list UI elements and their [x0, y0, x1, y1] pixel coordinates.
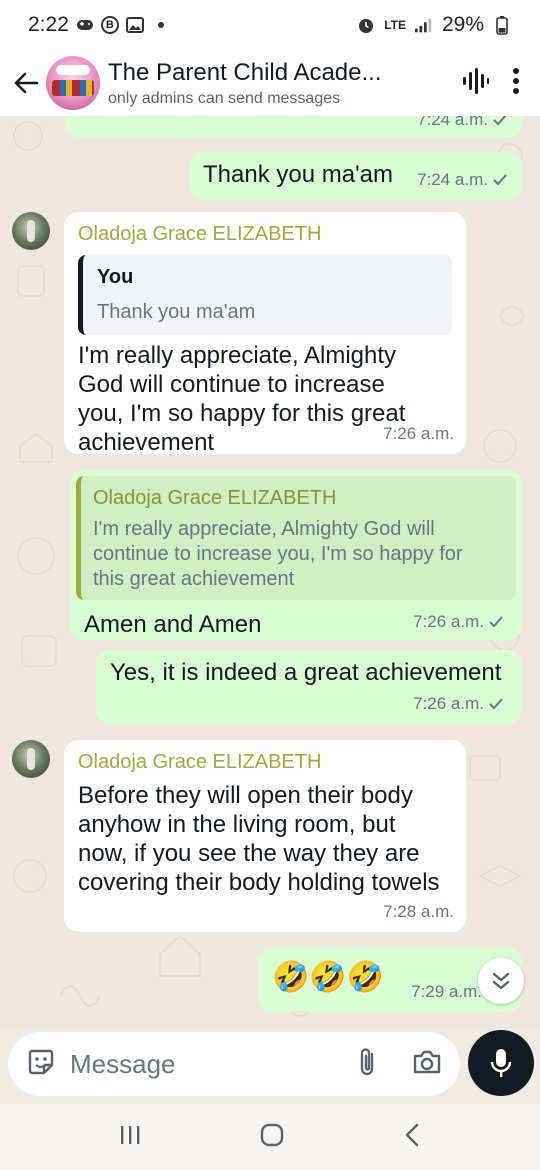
chat-title: The Parent Child Acade... — [108, 58, 382, 86]
chevron-left-icon — [405, 1123, 418, 1146]
quoted-sender: You — [97, 266, 134, 288]
quoted-message[interactable]: Oladoja Grace ELIZABETH I'm really appre… — [76, 476, 516, 600]
image-icon — [125, 15, 145, 35]
message-text: Before they will open their body anyhow … — [78, 781, 452, 897]
quoted-line: continue to increase you, I'm so happy f… — [93, 543, 463, 565]
message-meta: 7:29 a.m. — [411, 977, 482, 1006]
sent-check-icon — [489, 697, 503, 709]
message-text: Yes, it is indeed a great achievement — [110, 659, 502, 686]
quoted-message[interactable]: You Thank you ma'am — [78, 255, 452, 335]
message-time: 7:26 a.m. — [383, 424, 454, 443]
message-text: Thank you ma'am — [203, 161, 393, 188]
group-avatar[interactable] — [46, 56, 100, 110]
paperclip-icon — [360, 1047, 374, 1075]
signal-icon — [414, 15, 434, 35]
sent-check-icon — [489, 615, 503, 627]
quoted-line: this great achievement — [93, 568, 295, 590]
message-composer — [8, 1032, 460, 1096]
quoted-line: I'm really appreciate, Almighty God will — [93, 518, 435, 540]
system-nav-bar — [0, 1104, 540, 1170]
alarm-icon — [356, 15, 376, 35]
more-vert-icon — [513, 67, 519, 94]
message-time: 7:29 a.m. — [411, 982, 482, 1001]
attach-button[interactable] — [356, 1046, 378, 1083]
microphone-icon — [490, 1049, 512, 1077]
double-chevron-down-icon — [492, 972, 510, 990]
voice-record-button[interactable] — [468, 1030, 534, 1096]
message-list[interactable]: 7:24 a.m. Thank you ma'am 7:24 a.m. Olad… — [0, 116, 540, 1028]
scroll-to-bottom-button[interactable] — [478, 958, 524, 1004]
message-meta: 7:24 a.m. — [417, 165, 508, 194]
sender-name[interactable]: Oladoja Grace ELIZABETH — [78, 748, 452, 777]
recents-icon — [121, 1125, 140, 1144]
message-input[interactable] — [70, 1048, 320, 1080]
quoted-sender: Oladoja Grace ELIZABETH — [93, 487, 337, 509]
chat-subtitle: only admins can send messages — [108, 89, 341, 107]
message-line: God will continue to increase — [78, 371, 385, 398]
sent-check-icon — [493, 116, 507, 125]
message-bubble-outgoing[interactable]: Oladoja Grace ELIZABETH I'm really appre… — [70, 470, 522, 640]
b-app-icon: B — [100, 16, 119, 34]
sticker-button[interactable] — [26, 1047, 56, 1082]
message-meta: 7:24 a.m. — [417, 116, 508, 134]
chat-title-block[interactable]: The Parent Child Acade... only admins ca… — [108, 59, 382, 108]
message-meta: 7:26 a.m. — [383, 419, 454, 448]
message-line: now, if you see the way they are — [78, 840, 420, 867]
message-line: anyhow in the living room, but — [78, 811, 396, 838]
sender-avatar[interactable] — [12, 740, 50, 778]
message-bubble-incoming[interactable]: Oladoja Grace ELIZABETH Before they will… — [64, 740, 466, 932]
camera-button[interactable] — [412, 1048, 442, 1081]
audio-waveform-icon — [463, 67, 489, 94]
network-type: LTE — [384, 18, 406, 32]
message-meta: 7:28 a.m. — [383, 897, 454, 926]
message-time: 7:24 a.m. — [417, 170, 488, 189]
message-time: 7:28 a.m. — [383, 902, 454, 921]
message-bubble-outgoing[interactable]: Yes, it is indeed a great achievement 7:… — [96, 650, 522, 724]
voice-chat-button[interactable] — [460, 66, 490, 101]
battery-icon — [492, 15, 512, 35]
camera-icon — [413, 1050, 441, 1073]
message-line: Before they will open their body — [78, 782, 413, 809]
back-nav-button[interactable] — [402, 1122, 422, 1153]
status-bar: 2:22 B LTE 29% — [0, 0, 540, 50]
message-time: 7:26 a.m. — [413, 612, 484, 631]
message-meta: 7:26 a.m. — [413, 607, 504, 636]
quoted-text: Thank you ma'am — [97, 301, 256, 323]
message-line: covering their body holding towels — [78, 869, 440, 896]
message-bubble-outgoing[interactable]: 7:24 a.m. — [66, 116, 522, 138]
recent-apps-button[interactable] — [118, 1124, 142, 1151]
back-arrow-icon — [14, 72, 39, 94]
message-line: I'm really appreciate, Almighty — [78, 342, 397, 369]
message-meta: 7:26 a.m. — [413, 689, 504, 718]
chat-header: The Parent Child Acade... only admins ca… — [0, 50, 540, 116]
sent-check-icon — [493, 173, 507, 185]
message-time: 7:24 a.m. — [417, 116, 488, 129]
message-bubble-outgoing[interactable]: Thank you ma'am 7:24 a.m. — [189, 152, 522, 200]
status-time: 2:22 — [28, 13, 69, 36]
message-time: 7:26 a.m. — [413, 694, 484, 713]
message-bubble-incoming[interactable]: Oladoja Grace ELIZABETH You Thank you ma… — [64, 212, 466, 456]
home-icon — [260, 1123, 284, 1146]
game-controller-icon — [75, 15, 95, 35]
sender-avatar[interactable] — [12, 212, 50, 250]
home-button[interactable] — [259, 1122, 285, 1153]
message-emoji: 🤣🤣🤣 — [272, 961, 385, 994]
quoted-text: I'm really appreciate, Almighty God will… — [93, 517, 504, 592]
more-options-button[interactable] — [512, 67, 520, 100]
sender-name[interactable]: Oladoja Grace ELIZABETH — [78, 220, 452, 249]
dot-icon — [151, 15, 171, 35]
back-button[interactable] — [4, 61, 48, 105]
sticker-icon — [28, 1049, 54, 1074]
battery-percent: 29% — [441, 13, 484, 36]
